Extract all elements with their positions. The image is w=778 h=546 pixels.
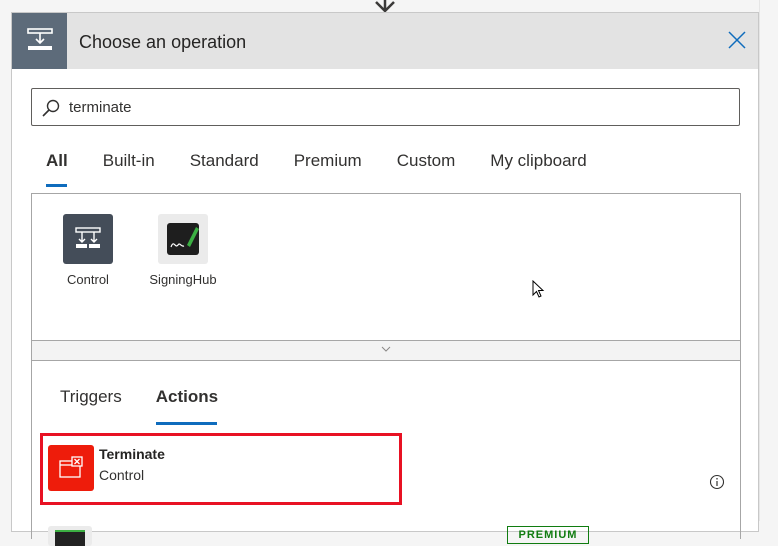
- signinghub-icon: [48, 526, 92, 546]
- tab-my-clipboard[interactable]: My clipboard: [490, 149, 586, 189]
- results-section: Triggers Actions Terminate Control PREMI…: [31, 359, 741, 546]
- expand-connectors-bar[interactable]: [32, 340, 740, 360]
- tab-actions[interactable]: Actions: [155, 387, 218, 427]
- mouse-cursor-icon: [532, 280, 545, 298]
- tab-premium[interactable]: Premium: [294, 149, 362, 189]
- control-flow-icon: [12, 13, 67, 69]
- action-title: Terminate: [99, 446, 165, 462]
- action-item-terminate[interactable]: Terminate Control: [40, 433, 402, 505]
- chevron-down-icon: [381, 346, 391, 352]
- tab-triggers[interactable]: Triggers: [60, 387, 122, 427]
- close-icon[interactable]: [726, 29, 748, 51]
- choose-operation-panel: Choose an operation All Built-in Standar…: [11, 12, 759, 546]
- search-input[interactable]: [69, 89, 729, 125]
- terminate-icon: [48, 445, 94, 491]
- tab-built-in[interactable]: Built-in: [103, 149, 155, 189]
- search-icon: [42, 99, 60, 117]
- connector-signinghub[interactable]: SigningHub: [143, 214, 223, 287]
- tab-standard[interactable]: Standard: [190, 149, 259, 189]
- control-icon: [63, 214, 113, 264]
- result-type-tabs: Triggers Actions: [60, 387, 252, 427]
- tab-all[interactable]: All: [46, 149, 68, 189]
- canvas-gutter: [759, 0, 778, 521]
- connector-list: Control SigningHub: [31, 193, 741, 361]
- connector-label: SigningHub: [149, 272, 217, 287]
- connector-control[interactable]: Control: [48, 214, 128, 287]
- info-icon[interactable]: [709, 474, 725, 490]
- panel-header: Choose an operation: [12, 13, 758, 69]
- action-connector: Control: [99, 467, 145, 483]
- category-tabs: All Built-in Standard Premium Custom My …: [46, 149, 622, 189]
- connector-label: Control: [67, 272, 109, 287]
- panel-title: Choose an operation: [79, 32, 247, 52]
- tab-custom[interactable]: Custom: [397, 149, 456, 189]
- search-box[interactable]: [31, 88, 740, 126]
- premium-badge: PREMIUM: [507, 526, 589, 544]
- signinghub-icon: [158, 214, 208, 264]
